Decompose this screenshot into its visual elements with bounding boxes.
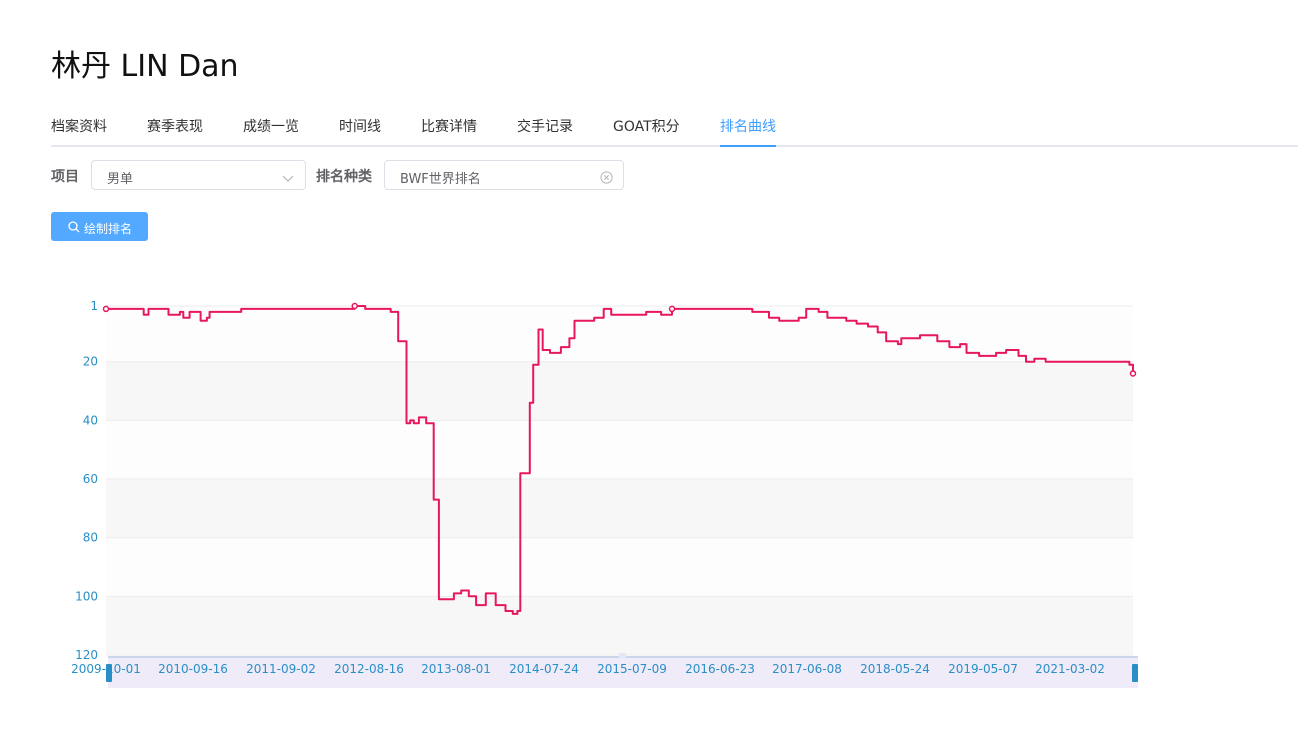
grid-band (106, 596, 1133, 655)
grid-band (106, 361, 1133, 421)
data-point (1129, 370, 1137, 377)
x-tick-label: 2012-08-16 (334, 662, 404, 676)
grid-band (106, 420, 1133, 480)
grid-band (106, 537, 1133, 597)
data-point (102, 305, 110, 313)
x-tick-label: 2013-08-01 (421, 662, 491, 676)
x-tick-label: 2015-07-09 (597, 662, 667, 676)
x-tick-label: 2019-05-07 (948, 662, 1018, 676)
x-tick-label: 2011-09-02 (246, 662, 316, 676)
data-point (351, 302, 358, 310)
x-tick-label: 2009-10-01 (71, 662, 141, 676)
y-tick-label: 20 (83, 355, 98, 369)
x-tick-label: 2021-03-02 (1035, 662, 1105, 676)
zoom-grip (619, 653, 626, 658)
grid-band (106, 479, 1133, 538)
y-tick-label: 40 (83, 413, 98, 427)
x-tick-label: 2017-06-08 (772, 662, 842, 676)
x-tick-label: 2014-07-24 (509, 662, 579, 676)
y-tick-label: 80 (83, 531, 98, 545)
x-tick-label: 2018-05-24 (860, 662, 930, 676)
x-tick-label: 2010-09-16 (158, 662, 228, 676)
y-tick-label: 120 (75, 648, 98, 662)
y-tick-label: 1 (90, 299, 98, 313)
data-point (668, 305, 676, 313)
x-tick-label: 2016-06-23 (685, 662, 755, 676)
y-tick-label: 60 (83, 472, 98, 486)
ranking-chart: 1204060801001202009-10-01 2010-09-16 2011-… (71, 299, 1138, 688)
y-tick-label: 100 (75, 589, 98, 603)
zoom-handle-right (1132, 664, 1138, 682)
